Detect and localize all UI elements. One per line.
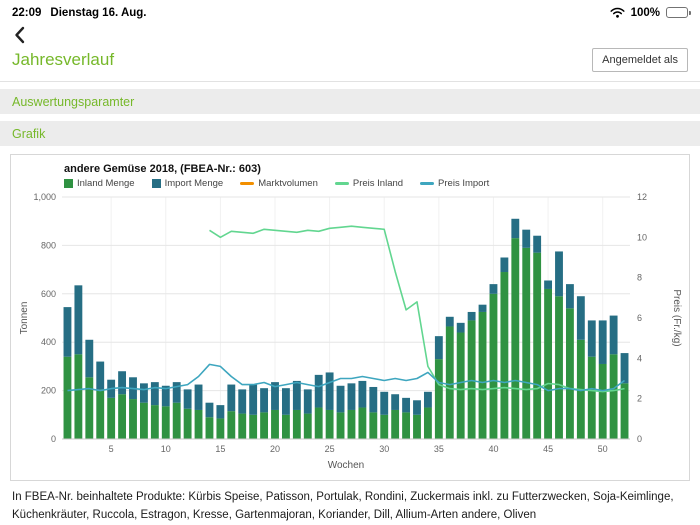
svg-text:50: 50 — [598, 444, 608, 454]
legend-item[interactable]: Marktvolumen — [240, 178, 318, 189]
status-time: 22:09 — [12, 6, 42, 19]
svg-text:0: 0 — [637, 434, 642, 444]
legend-marker — [64, 179, 73, 188]
screen: 22:09 Dienstag 16. Aug. 100% Jahresverla… — [0, 0, 700, 525]
section-auswertungsparameter[interactable]: Auswertungsparamter — [0, 89, 700, 114]
logged-in-as-button[interactable]: Angemeldet als — [592, 48, 688, 72]
legend-label: Preis Import — [438, 178, 490, 189]
svg-text:200: 200 — [41, 386, 56, 396]
wifi-icon — [610, 7, 625, 18]
legend-item[interactable]: Preis Inland — [334, 178, 404, 189]
chart-title: andere Gemüse 2018, (FBEA-Nr.: 603) — [64, 163, 261, 175]
legend-marker — [420, 182, 435, 185]
legend-marker — [240, 182, 255, 185]
footer-products-note: In FBEA-Nr. beinhaltete Produkte: Kürbis… — [12, 491, 674, 521]
svg-text:10: 10 — [637, 232, 647, 242]
section-auswertungsparameter-label: Auswertungsparamter — [12, 94, 135, 109]
svg-text:35: 35 — [434, 444, 444, 454]
legend-item[interactable]: Preis Import — [420, 178, 489, 189]
svg-text:Preis (Fr./kg): Preis (Fr./kg) — [671, 289, 682, 346]
svg-text:10: 10 — [161, 444, 171, 454]
svg-text:25: 25 — [325, 444, 335, 454]
svg-text:12: 12 — [637, 192, 647, 202]
svg-text:8: 8 — [637, 273, 642, 283]
svg-text:6: 6 — [637, 313, 642, 323]
svg-text:45: 45 — [543, 444, 553, 454]
battery-percent: 100% — [630, 6, 660, 19]
legend-marker — [334, 182, 349, 185]
svg-text:20: 20 — [270, 444, 280, 454]
legend-label: Inland Menge — [77, 178, 135, 189]
svg-text:2: 2 — [637, 394, 642, 404]
svg-text:Wochen: Wochen — [328, 460, 365, 471]
svg-text:40: 40 — [488, 444, 498, 454]
svg-text:400: 400 — [41, 337, 56, 347]
legend-marker — [151, 179, 161, 188]
bars-group — [63, 218, 629, 439]
svg-text:1,000: 1,000 — [33, 192, 56, 202]
chart-legend: Inland Menge Import Menge Marktvolumen Prei… — [64, 178, 684, 189]
back-chevron-icon[interactable] — [14, 26, 25, 44]
chart-svg: 0 200 400 600 800 1,000 0 2 4 6 8 10 12 5 10 15 20 25 30 35… — [19, 192, 682, 471]
svg-text:30: 30 — [379, 444, 389, 454]
title-row: Jahresverlauf Angemeldet als — [0, 46, 700, 82]
chart-panel: andere Gemüse 2018, (FBEA-Nr.: 603) Inla… — [10, 154, 690, 481]
svg-text:5: 5 — [109, 444, 114, 454]
page-title: Jahresverlauf — [12, 50, 115, 69]
status-date: Dienstag 16. Aug. — [50, 6, 147, 19]
battery-icon — [666, 7, 691, 18]
legend-label: Marktvolumen — [258, 178, 318, 189]
legend-item[interactable]: Inland Menge — [64, 178, 135, 189]
section-grafik-label: Grafik — [12, 126, 46, 141]
svg-text:0: 0 — [51, 434, 56, 444]
nav-row — [0, 22, 700, 46]
svg-text:600: 600 — [41, 289, 56, 299]
svg-text:15: 15 — [215, 444, 225, 454]
legend-item[interactable]: Import Menge — [151, 178, 224, 189]
status-bar: 22:09 Dienstag 16. Aug. 100% — [0, 0, 700, 22]
section-grafik[interactable]: Grafik — [0, 121, 700, 146]
svg-text:4: 4 — [637, 353, 642, 363]
legend-label: Import Menge — [164, 178, 224, 189]
svg-text:Tonnen: Tonnen — [19, 302, 30, 335]
legend-label: Preis Inland — [352, 178, 404, 189]
svg-text:800: 800 — [41, 240, 56, 250]
